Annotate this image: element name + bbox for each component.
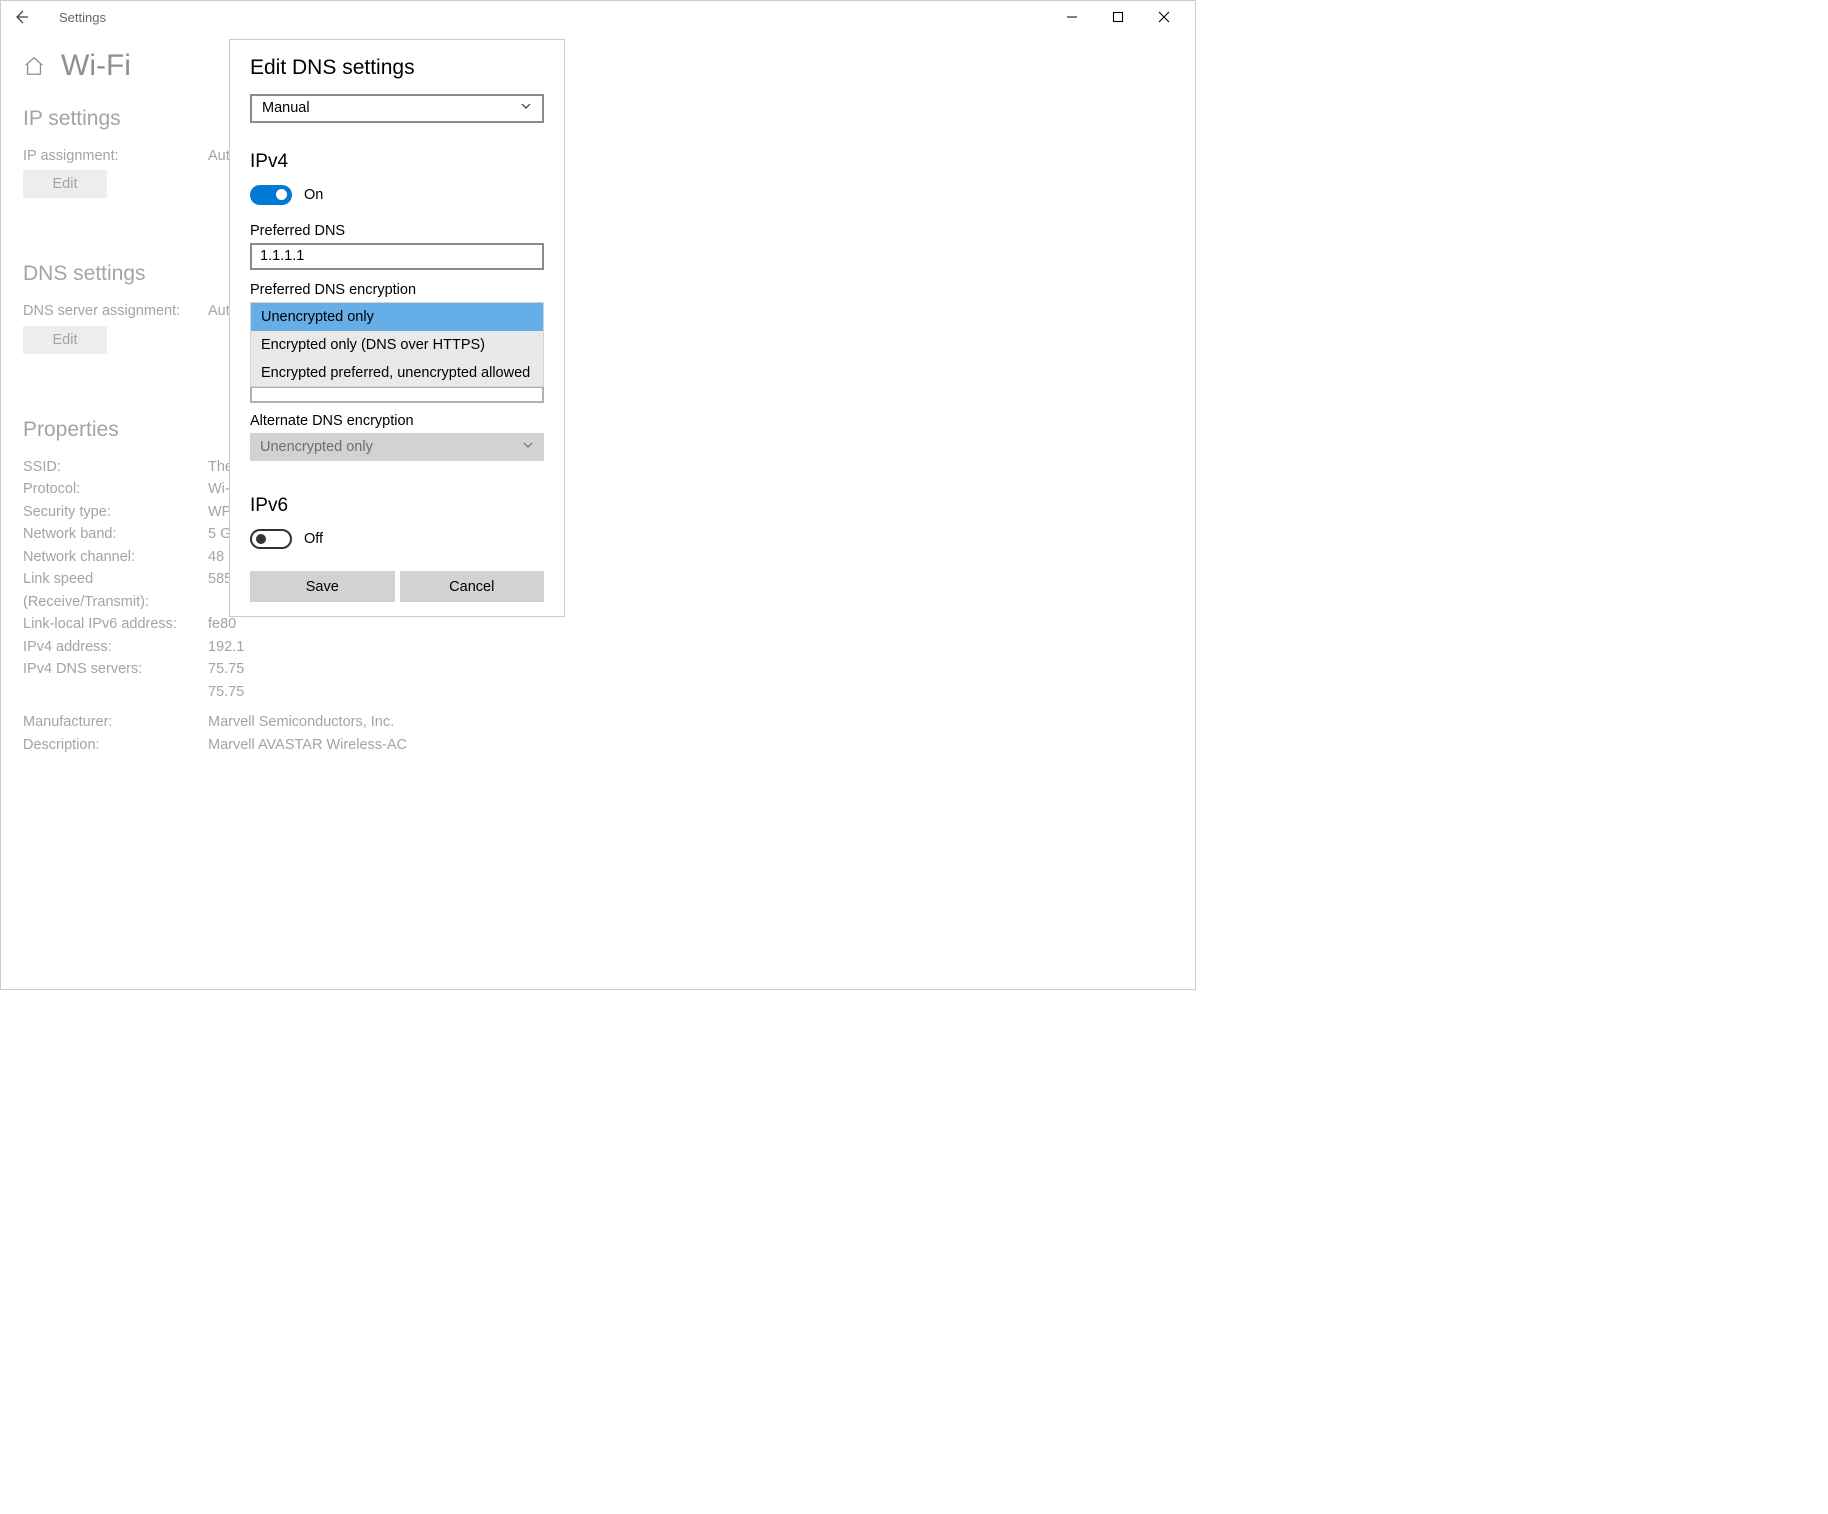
save-button[interactable]: Save (250, 571, 395, 602)
prop-key: IPv4 address: (23, 636, 208, 658)
ip-settings-heading: IP settings (23, 107, 1173, 131)
ipv4-toggle[interactable] (250, 185, 292, 205)
dns-edit-button[interactable]: Edit (23, 326, 107, 354)
prop-val: Marvell AVASTAR Wireless-AC (208, 734, 407, 756)
dns-settings-heading: DNS settings (23, 262, 1173, 286)
minimize-button[interactable] (1049, 2, 1095, 32)
chevron-down-icon (522, 439, 534, 455)
prop-key: Link-local IPv6 address: (23, 613, 208, 635)
prop-key: Network band: (23, 523, 208, 545)
prop-val: 75.75 (208, 658, 244, 680)
prop-key: Manufacturer: (23, 711, 208, 733)
alternate-enc-value: Unencrypted only (260, 439, 373, 455)
dns-mode-value: Manual (262, 100, 310, 116)
prop-val: 75.75 (208, 681, 244, 703)
enc-option[interactable]: Encrypted preferred, unencrypted allowed (251, 359, 543, 387)
home-icon (23, 55, 45, 77)
preferred-dns-label: Preferred DNS (250, 223, 544, 239)
prop-key (23, 681, 208, 703)
maximize-button[interactable] (1095, 2, 1141, 32)
prop-val: Marvell Semiconductors, Inc. (208, 711, 394, 733)
preferred-enc-label: Preferred DNS encryption (250, 282, 544, 298)
enc-option[interactable]: Encrypted only (DNS over HTTPS) (251, 331, 543, 359)
ip-assignment-label: IP assignment: (23, 145, 208, 167)
titlebar: Settings (1, 1, 1195, 33)
settings-page: Wi-Fi IP settings IP assignment: Auto Ed… (1, 33, 1195, 989)
preferred-enc-dropdown[interactable]: Unencrypted only Encrypted only (DNS ove… (250, 302, 544, 387)
ipv6-heading: IPv6 (250, 495, 544, 517)
enc-option[interactable]: Unencrypted only (251, 303, 543, 331)
back-button[interactable] (11, 7, 31, 27)
page-title: Wi-Fi (61, 49, 131, 83)
cancel-button[interactable]: Cancel (400, 571, 545, 602)
chevron-down-icon (520, 100, 532, 116)
edit-dns-dialog: Edit DNS settings Manual IPv4 On Preferr… (229, 39, 565, 617)
prop-key: Network channel: (23, 546, 208, 568)
prop-key: Protocol: (23, 478, 208, 500)
prop-key: IPv4 DNS servers: (23, 658, 208, 680)
prop-key: Link speed (Receive/Transmit): (23, 568, 208, 613)
ipv4-toggle-label: On (304, 187, 323, 203)
prop-key: Description: (23, 734, 208, 756)
preferred-dns-input[interactable] (250, 243, 544, 271)
properties-heading: Properties (23, 418, 1173, 442)
alternate-dns-input[interactable] (250, 386, 544, 403)
prop-key: SSID: (23, 456, 208, 478)
prop-key: Security type: (23, 501, 208, 523)
alternate-enc-label: Alternate DNS encryption (250, 413, 544, 429)
prop-val: 48 (208, 546, 224, 568)
ipv6-toggle-label: Off (304, 531, 323, 547)
close-button[interactable] (1141, 2, 1187, 32)
ipv4-heading: IPv4 (250, 151, 544, 173)
dns-mode-select[interactable]: Manual (250, 94, 544, 123)
ipv6-toggle[interactable] (250, 529, 292, 549)
dialog-title: Edit DNS settings (250, 56, 544, 80)
dns-assignment-label: DNS server assignment: (23, 300, 208, 322)
alternate-enc-select[interactable]: Unencrypted only (250, 433, 544, 461)
window-title: Settings (59, 10, 106, 25)
ip-edit-button[interactable]: Edit (23, 170, 107, 198)
prop-val: 192.1 (208, 636, 244, 658)
